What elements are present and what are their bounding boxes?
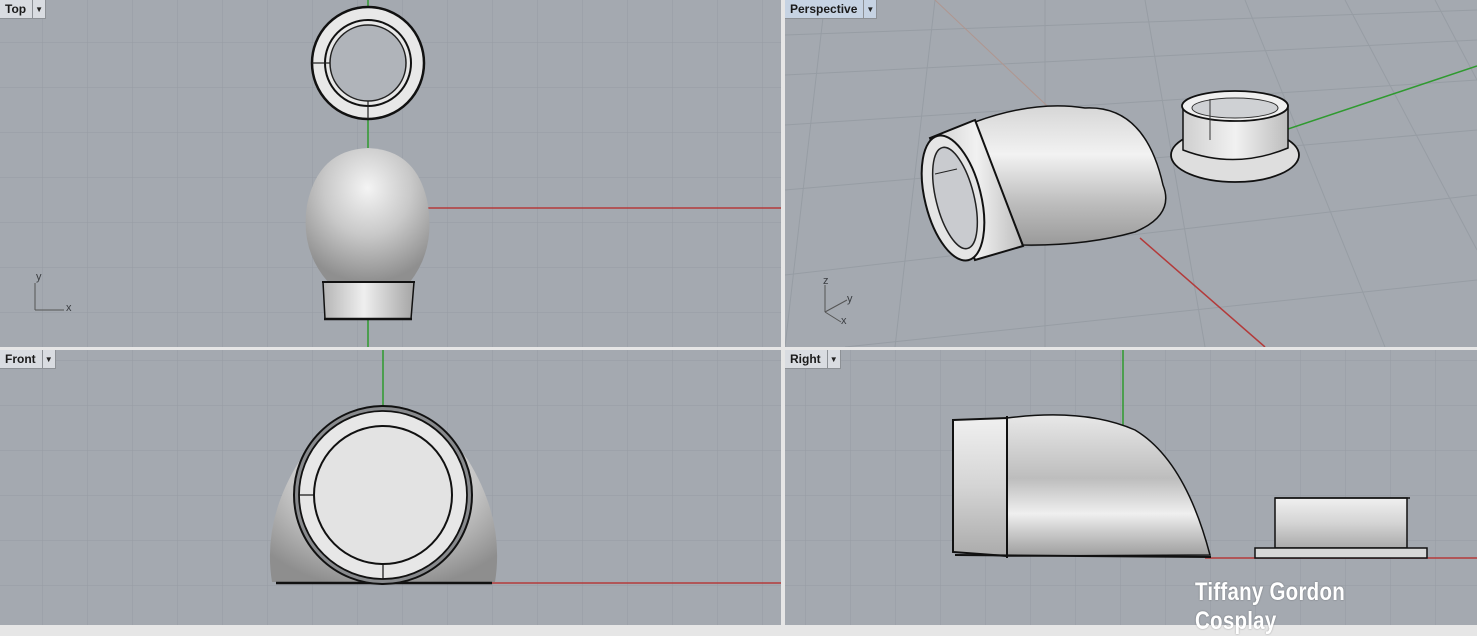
- axis-label-z: z: [823, 275, 829, 287]
- viewport-tab-top[interactable]: Top ▼: [0, 0, 47, 19]
- ring-part-perspective[interactable]: [1170, 90, 1300, 183]
- chevron-down-icon[interactable]: ▼: [826, 350, 840, 368]
- viewport-title-right: Right: [790, 352, 821, 366]
- viewport-perspective[interactable]: z y x Perspective ▼: [785, 0, 1477, 347]
- viewport-title-perspective: Perspective: [790, 2, 858, 16]
- axis-label-x: x: [841, 315, 847, 327]
- viewport-title-top: Top: [5, 2, 27, 16]
- perspective-scene: z y x: [785, 0, 1477, 347]
- axis-label-y: y: [847, 293, 853, 305]
- viewport-front[interactable]: Front ▼: [0, 350, 781, 625]
- viewport-tab-perspective[interactable]: Perspective ▼: [785, 0, 878, 19]
- front-scene: [0, 350, 781, 625]
- viewport-tab-right[interactable]: Right ▼: [785, 350, 841, 369]
- axis-label-y: y: [36, 271, 42, 283]
- chevron-down-icon[interactable]: ▼: [863, 0, 876, 18]
- ring-part[interactable]: [310, 5, 426, 121]
- watermark: Tiffany Gordon Cosplay: [1195, 578, 1345, 635]
- viewport-tab-front[interactable]: Front ▼: [0, 350, 56, 369]
- chevron-down-icon[interactable]: ▼: [41, 350, 55, 368]
- top-scene: y x: [0, 0, 781, 347]
- elbow-body-top[interactable]: [305, 148, 430, 321]
- ring-part-right[interactable]: [1254, 497, 1428, 559]
- viewport-title-front: Front: [5, 352, 36, 366]
- viewport-top[interactable]: y x Top ▼: [0, 0, 781, 347]
- chevron-down-icon[interactable]: ▼: [32, 0, 45, 18]
- axis-label-x: x: [66, 302, 72, 314]
